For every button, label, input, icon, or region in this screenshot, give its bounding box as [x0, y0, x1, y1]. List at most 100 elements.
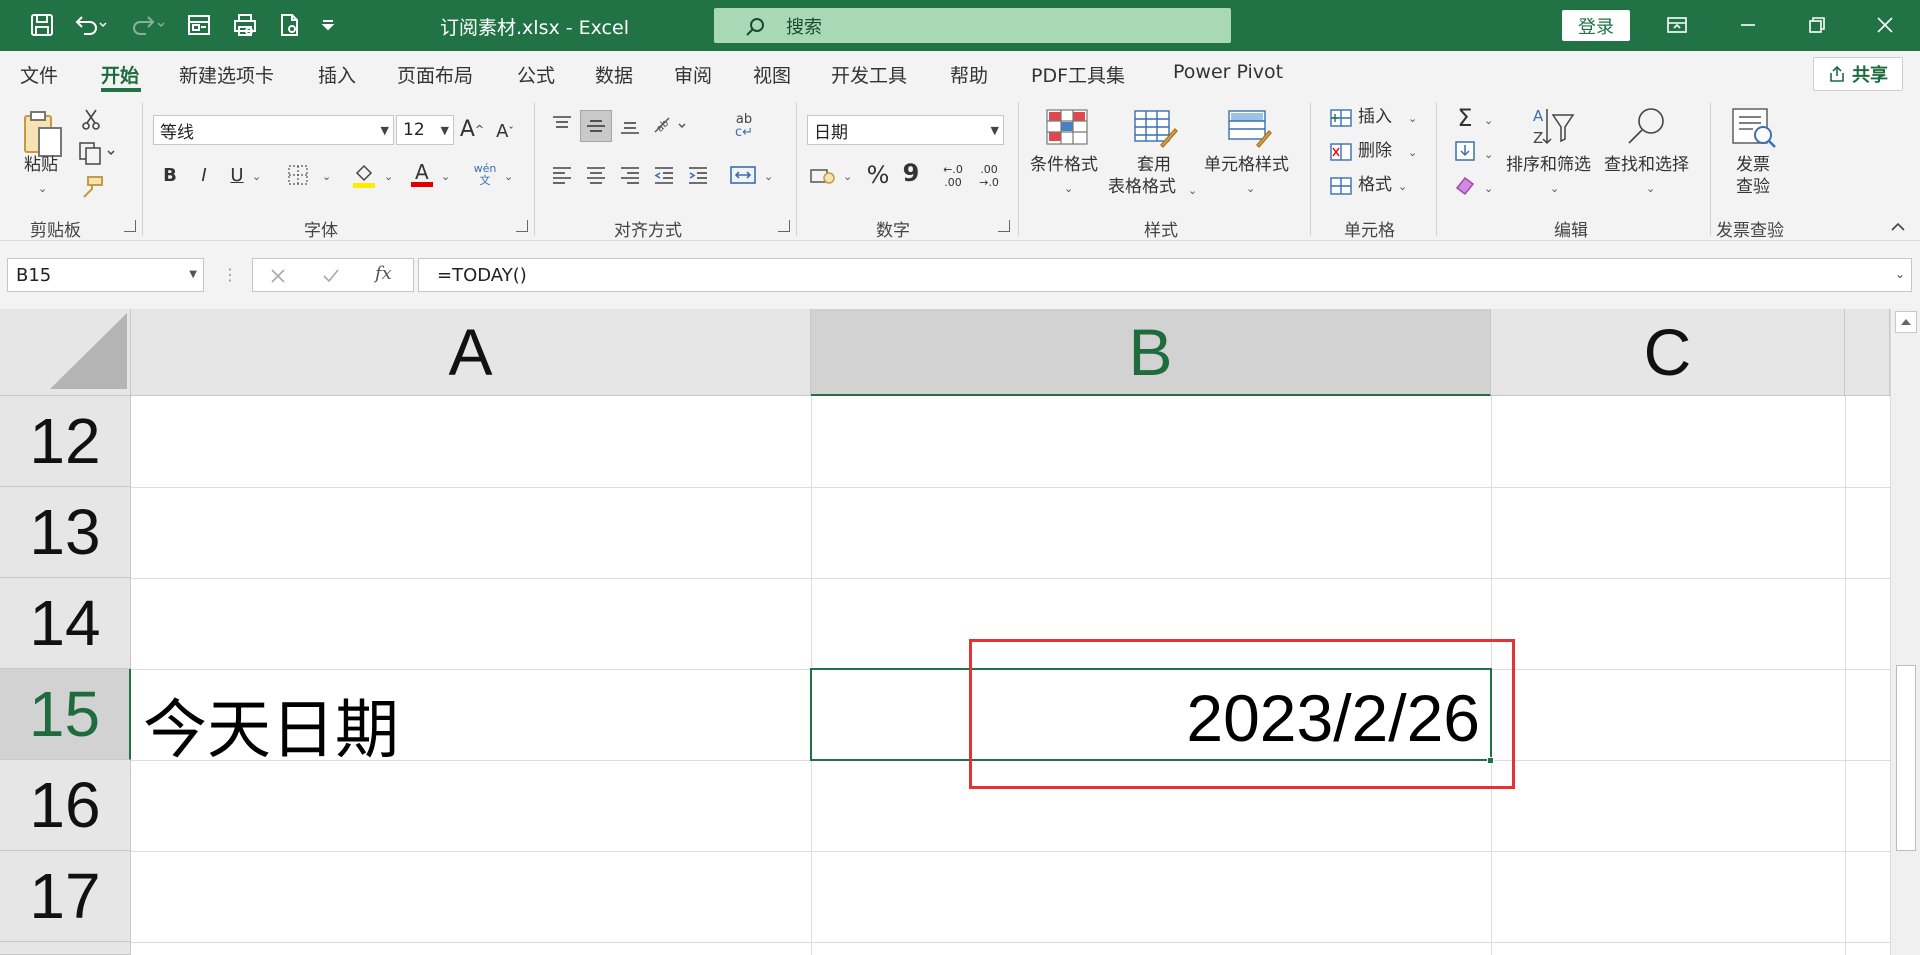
format-as-table-label-2[interactable]: 表格格式 — [1108, 176, 1176, 198]
undo-icon[interactable] — [70, 9, 110, 41]
row-header-15[interactable]: 15 — [0, 669, 131, 760]
row-header-14[interactable]: 14 — [0, 578, 131, 669]
formula-input[interactable]: =TODAY() ⌄ — [418, 258, 1912, 292]
tab-power-pivot[interactable]: Power Pivot — [1173, 61, 1283, 83]
column-header-c[interactable]: C — [1491, 309, 1845, 396]
new-document-icon[interactable] — [272, 9, 306, 41]
format-cells-label[interactable]: 格式 — [1358, 174, 1392, 196]
cancel-formula-icon[interactable] — [269, 267, 287, 285]
autosum-dropdown-icon[interactable]: ⌄ — [1484, 110, 1493, 132]
select-all-button[interactable] — [0, 309, 131, 396]
font-name-combo[interactable]: 等线 ▼ — [153, 115, 394, 145]
delete-cells-icon[interactable] — [1328, 140, 1354, 164]
tab-page-layout[interactable]: 页面布局 — [397, 61, 473, 88]
scroll-up-icon[interactable] — [1895, 311, 1917, 333]
scroll-thumb[interactable] — [1896, 665, 1916, 851]
fill-icon[interactable] — [1452, 138, 1478, 164]
font-color-icon[interactable]: A — [408, 158, 436, 190]
increase-indent-icon[interactable] — [684, 162, 712, 188]
align-bottom-icon[interactable] — [616, 114, 644, 138]
border-icon[interactable] — [286, 162, 310, 188]
redo-icon[interactable] — [128, 9, 168, 41]
underline-button[interactable]: U — [225, 160, 249, 190]
print-preview-icon[interactable] — [228, 9, 262, 41]
invoice-check-label-1[interactable]: 发票 — [1736, 154, 1770, 176]
drag-handle-icon[interactable]: ⋮ — [222, 265, 238, 284]
align-left-icon[interactable] — [548, 162, 576, 188]
insert-cells-label[interactable]: 插入 — [1358, 106, 1392, 128]
collapse-ribbon-icon[interactable] — [1888, 220, 1908, 234]
expand-formula-icon[interactable]: ⌄ — [1895, 267, 1905, 281]
ribbon-display-options-icon[interactable] — [1649, 6, 1705, 44]
close-icon[interactable] — [1857, 6, 1913, 44]
insert-cells-icon[interactable] — [1328, 106, 1354, 130]
decrease-decimal-icon[interactable]: .00 →.0 — [974, 160, 1004, 192]
phonetic-icon[interactable]: wén 文 — [470, 160, 500, 190]
cell-a15[interactable]: 今天日期 — [131, 669, 811, 768]
decrease-indent-icon[interactable] — [650, 162, 678, 188]
save-icon[interactable] — [24, 9, 60, 41]
orientation-icon[interactable]: ab — [650, 110, 690, 140]
chevron-down-icon[interactable]: ▼ — [189, 269, 197, 280]
fill-dropdown-icon[interactable]: ⌄ — [1484, 144, 1493, 166]
cell-styles-icon[interactable] — [1226, 106, 1274, 150]
increase-decimal-icon[interactable]: ←.0.00 — [938, 160, 968, 192]
sort-filter-label[interactable]: 排序和筛选 — [1506, 154, 1591, 176]
align-middle-icon[interactable] — [580, 110, 612, 142]
conditional-format-dropdown-icon[interactable]: ⌄ — [1064, 178, 1073, 200]
minimize-icon[interactable] — [1720, 6, 1776, 44]
tab-data[interactable]: 数据 — [595, 61, 633, 88]
number-format-combo[interactable]: 日期 ▼ — [807, 115, 1004, 145]
font-size-combo[interactable]: 12 ▼ — [396, 115, 454, 145]
font-color-dropdown-icon[interactable]: ⌄ — [441, 166, 450, 188]
format-as-table-dropdown-icon[interactable]: ⌄ — [1188, 180, 1197, 202]
format-painter-icon[interactable] — [76, 174, 106, 200]
cut-icon[interactable] — [78, 106, 104, 132]
invoice-check-label-2[interactable]: 查验 — [1736, 176, 1770, 198]
vertical-scrollbar[interactable] — [1890, 309, 1920, 955]
name-box[interactable]: B15 ▼ — [7, 258, 204, 292]
phonetic-dropdown-icon[interactable]: ⌄ — [504, 166, 513, 188]
align-center-icon[interactable] — [582, 162, 610, 188]
format-as-table-label-1[interactable]: 套用 — [1137, 154, 1171, 176]
tab-insert[interactable]: 插入 — [318, 61, 356, 88]
form-icon[interactable] — [182, 9, 216, 41]
row-header-13[interactable]: 13 — [0, 487, 131, 578]
cell-a12[interactable] — [131, 396, 811, 487]
find-select-label[interactable]: 查找和选择 — [1604, 154, 1689, 176]
tab-file[interactable]: 文件 — [20, 61, 58, 88]
font-launcher-icon[interactable] — [516, 220, 528, 232]
number-launcher-icon[interactable] — [998, 220, 1010, 232]
column-header-b[interactable]: B — [811, 309, 1491, 396]
accounting-dropdown-icon[interactable]: ⌄ — [843, 166, 852, 188]
autosum-icon[interactable]: Σ — [1452, 104, 1478, 132]
search-box[interactable]: 搜索 — [714, 8, 1231, 43]
italic-button[interactable]: I — [192, 160, 216, 190]
format-cells-dropdown-icon[interactable]: ⌄ — [1398, 176, 1407, 198]
row-header-17[interactable]: 17 — [0, 851, 131, 942]
tab-pdf-tools[interactable]: PDF工具集 — [1031, 61, 1125, 88]
wrap-text-icon[interactable]: ab c↵ — [730, 110, 758, 142]
find-select-dropdown-icon[interactable]: ⌄ — [1646, 178, 1655, 200]
sort-filter-dropdown-icon[interactable]: ⌄ — [1550, 178, 1559, 200]
confirm-formula-icon[interactable] — [321, 267, 341, 285]
restore-icon[interactable] — [1788, 6, 1844, 44]
merge-dropdown-icon[interactable]: ⌄ — [764, 166, 773, 188]
insert-cells-dropdown-icon[interactable]: ⌄ — [1408, 108, 1417, 130]
delete-cells-label[interactable]: 删除 — [1358, 140, 1392, 162]
tab-developer[interactable]: 开发工具 — [831, 61, 907, 88]
shrink-font-button[interactable]: Aˇ — [492, 116, 518, 146]
clear-dropdown-icon[interactable]: ⌄ — [1484, 178, 1493, 200]
bold-button[interactable]: B — [158, 160, 182, 190]
tab-help[interactable]: 帮助 — [950, 61, 988, 88]
align-top-icon[interactable] — [548, 112, 576, 136]
invoice-check-icon[interactable] — [1728, 104, 1780, 152]
merge-center-icon[interactable] — [728, 162, 758, 188]
share-button[interactable]: 共享 — [1813, 57, 1903, 91]
paste-label[interactable]: 粘贴 — [24, 154, 58, 176]
underline-dropdown-icon[interactable]: ⌄ — [252, 166, 261, 188]
copy-icon[interactable] — [76, 140, 120, 166]
paste-dropdown-icon[interactable]: ⌄ — [38, 178, 47, 200]
percent-button[interactable]: % — [864, 160, 892, 190]
tab-home[interactable]: 开始 — [101, 61, 139, 88]
